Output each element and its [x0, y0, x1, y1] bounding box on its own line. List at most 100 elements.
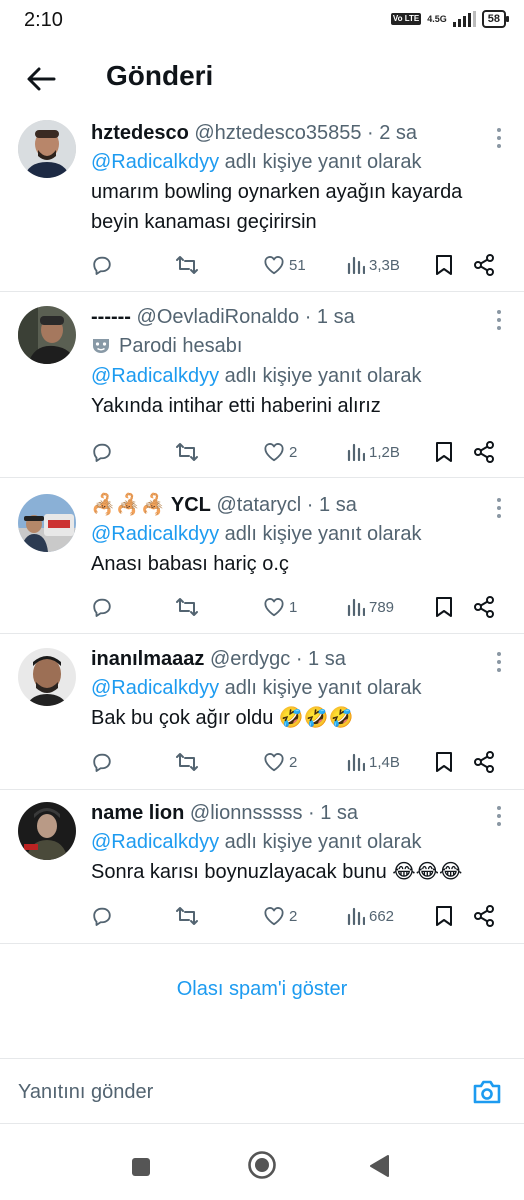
post-text: umarım bowling oynarken ayağın kayarda b… — [91, 181, 463, 233]
back-arrow-icon[interactable] — [24, 62, 58, 96]
status-bar: 2:10 Vo LTE 4.5G 58 — [0, 0, 524, 40]
views-icon — [347, 256, 365, 274]
author-handle: @lionnsssss · 1 sa — [189, 802, 359, 824]
repost-button[interactable] — [175, 902, 199, 930]
like-count: 2 — [289, 907, 298, 925]
camera-icon[interactable] — [472, 1079, 502, 1110]
mention-link[interactable]: @Radicalkdyy — [91, 151, 219, 173]
post-header: name lion @lionnsssss · 1 sa — [91, 799, 504, 827]
views-icon — [347, 598, 365, 616]
like-button[interactable]: 2 — [263, 902, 297, 930]
author-name[interactable]: 🦂🦂🦂 YCL — [91, 494, 211, 516]
views-button[interactable]: 789 — [347, 593, 394, 621]
share-button[interactable] — [473, 251, 495, 279]
share-icon — [474, 596, 494, 618]
recents-button[interactable] — [130, 1156, 152, 1183]
post-text: Yakında intihar etti haberini alırız — [91, 395, 381, 417]
bookmark-icon — [436, 752, 452, 772]
avatar[interactable] — [18, 306, 76, 364]
author-name[interactable]: name lion — [91, 802, 184, 824]
view-count: 662 — [369, 907, 395, 925]
more-options-icon[interactable] — [496, 496, 502, 520]
repost-icon — [176, 443, 198, 461]
reply-post[interactable]: ------ @OevladiRonaldo · 1 sa Parodi hes… — [0, 292, 524, 478]
bookmark-icon — [436, 255, 452, 275]
share-button[interactable] — [473, 438, 495, 466]
more-options-icon[interactable] — [496, 804, 502, 828]
show-spam-link[interactable]: Olası spam'i göster — [0, 978, 524, 1001]
reply-input[interactable] — [18, 1081, 398, 1104]
reply-button[interactable] — [91, 593, 113, 621]
author-name[interactable]: hztedesco — [91, 122, 189, 144]
mention-link[interactable]: @Radicalkdyy — [91, 523, 219, 545]
reply-context: @Radicalkdyy adlı kişiye yanıt olarak — [91, 519, 504, 549]
share-button[interactable] — [473, 902, 495, 930]
reply-post[interactable]: inanılmaaaz @erdygc · 1 sa @Radicalkdyy … — [0, 634, 524, 790]
share-button[interactable] — [473, 593, 495, 621]
bookmark-icon — [436, 442, 452, 462]
author-name[interactable]: inanılmaaaz — [91, 648, 204, 670]
repost-button[interactable] — [175, 438, 199, 466]
reply-context-text: adlı kişiye yanıt olarak — [219, 523, 422, 545]
post-header: 🦂🦂🦂 YCL @tatarycl · 1 sa — [91, 491, 504, 519]
volte-icon: Vo LTE — [390, 13, 422, 25]
like-button[interactable]: 2 — [263, 438, 297, 466]
view-count: 1,4B — [369, 753, 400, 771]
back-button[interactable] — [368, 1154, 390, 1183]
status-time: 2:10 — [24, 9, 63, 31]
repost-button[interactable] — [175, 593, 199, 621]
share-icon — [474, 441, 494, 463]
post-text: Bak bu çok ağır oldu 🤣🤣🤣 — [91, 707, 354, 729]
like-button[interactable]: 1 — [263, 593, 297, 621]
reply-icon — [93, 907, 111, 926]
status-icons: Vo LTE 4.5G 58 — [390, 10, 510, 28]
reply-context: @Radicalkdyy adlı kişiye yanıt olarak — [91, 827, 504, 857]
mention-link[interactable]: @Radicalkdyy — [91, 365, 219, 387]
repost-icon — [176, 256, 198, 274]
author-name[interactable]: ------ — [91, 306, 131, 328]
views-icon — [347, 753, 365, 771]
share-button[interactable] — [473, 748, 495, 776]
reply-button[interactable] — [91, 748, 113, 776]
avatar[interactable] — [18, 494, 76, 552]
heart-icon — [264, 598, 284, 617]
bookmark-icon — [436, 906, 452, 926]
like-button[interactable]: 51 — [263, 251, 306, 279]
more-options-icon[interactable] — [496, 650, 502, 674]
repost-button[interactable] — [175, 748, 199, 776]
reply-post[interactable]: hztedesco @hztedesco35855 · 2 sa @Radica… — [0, 116, 524, 292]
author-handle: @OevladiRonaldo · 1 sa — [136, 306, 355, 328]
mention-link[interactable]: @Radicalkdyy — [91, 831, 219, 853]
bookmark-button[interactable] — [435, 438, 453, 466]
mention-link[interactable]: @Radicalkdyy — [91, 677, 219, 699]
more-options-icon[interactable] — [496, 308, 502, 332]
bookmark-button[interactable] — [435, 748, 453, 776]
reply-post[interactable]: 🦂🦂🦂 YCL @tatarycl · 1 sa @Radicalkdyy ad… — [0, 478, 524, 634]
views-button[interactable]: 662 — [347, 902, 394, 930]
views-button[interactable]: 1,2B — [347, 438, 400, 466]
avatar[interactable] — [18, 648, 76, 706]
reply-context-text: adlı kişiye yanıt olarak — [219, 831, 422, 853]
more-options-icon[interactable] — [496, 126, 502, 150]
view-count: 1,2B — [369, 443, 400, 461]
home-button[interactable] — [247, 1150, 277, 1185]
reply-post[interactable]: name lion @lionnsssss · 1 sa @Radicalkdy… — [0, 790, 524, 944]
views-icon — [347, 907, 365, 925]
views-button[interactable]: 3,3B — [347, 251, 400, 279]
bookmark-button[interactable] — [435, 902, 453, 930]
views-button[interactable]: 1,4B — [347, 748, 400, 776]
avatar[interactable] — [18, 120, 76, 178]
reply-button[interactable] — [91, 902, 113, 930]
like-count: 1 — [289, 598, 298, 616]
heart-icon — [264, 907, 284, 926]
share-icon — [474, 905, 494, 927]
avatar[interactable] — [18, 802, 76, 860]
reply-button[interactable] — [91, 438, 113, 466]
bookmark-button[interactable] — [435, 593, 453, 621]
post-actions: 51 3,3B — [91, 251, 502, 279]
like-button[interactable]: 2 — [263, 748, 297, 776]
repost-button[interactable] — [175, 251, 199, 279]
reply-button[interactable] — [91, 251, 113, 279]
bookmark-button[interactable] — [435, 251, 453, 279]
reply-context-text: adlı kişiye yanıt olarak — [219, 677, 422, 699]
